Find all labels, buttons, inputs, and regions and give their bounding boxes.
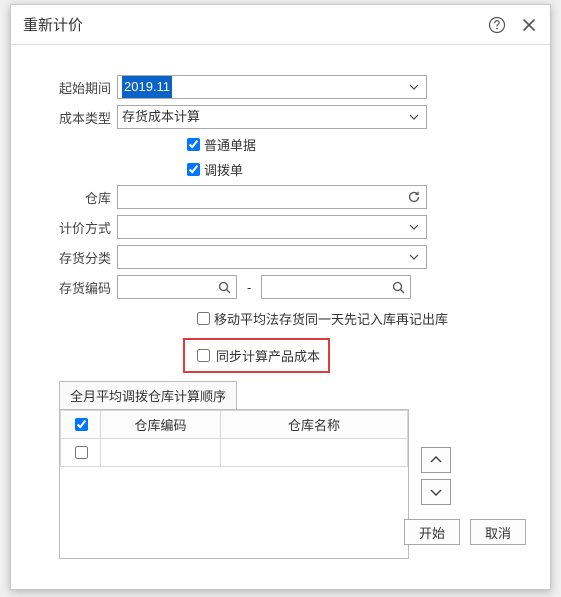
cell-name xyxy=(221,439,408,467)
ma-check-label: 移动平均法存货同一天先记入库再记出库 xyxy=(214,309,448,328)
normal-doc-label: 普通单据 xyxy=(204,135,256,154)
search-icon[interactable] xyxy=(389,275,407,299)
row-cost-type: 成本类型 存货成本计算 xyxy=(39,105,522,129)
warehouse-input[interactable] xyxy=(117,185,427,209)
sync-highlight-box: 同步计算产品成本 xyxy=(183,338,330,373)
close-icon[interactable] xyxy=(520,16,538,34)
sync-product-cost-checkbox[interactable] xyxy=(197,349,210,362)
row-stock-category: 存货分类 xyxy=(39,245,522,269)
normal-doc-checkbox[interactable] xyxy=(187,138,200,151)
tab-sequence[interactable]: 全月平均调拨仓库计算顺序 xyxy=(59,381,237,409)
period-select[interactable]: 2019.11 xyxy=(117,75,427,99)
move-down-button[interactable] xyxy=(421,479,451,505)
row-transfer-doc: 调拨单 xyxy=(183,160,522,179)
stock-category-select[interactable] xyxy=(117,245,427,269)
select-all-checkbox[interactable] xyxy=(75,418,88,431)
col-code-header: 仓库编码 xyxy=(101,411,221,439)
col-select-header xyxy=(61,411,101,439)
row-ma-check: 移动平均法存货同一天先记入库再记出库 xyxy=(193,309,522,328)
row-checkbox[interactable] xyxy=(75,446,88,459)
start-button[interactable]: 开始 xyxy=(404,519,460,545)
chevron-down-icon[interactable] xyxy=(405,75,423,99)
chevron-down-icon xyxy=(430,488,442,496)
col-name-header: 仓库名称 xyxy=(221,411,408,439)
chevron-up-icon xyxy=(430,456,442,464)
row-stock-code: 存货编码 - xyxy=(39,275,522,299)
transfer-doc-checkbox[interactable] xyxy=(187,163,200,176)
label-stock-category: 存货分类 xyxy=(39,248,117,267)
dialog-footer: 开始 取消 xyxy=(404,519,526,545)
label-warehouse: 仓库 xyxy=(39,188,117,207)
help-icon[interactable] xyxy=(488,16,506,34)
label-stock-code: 存货编码 xyxy=(39,278,117,297)
dialog-body: 起始期间 2019.11 成本类型 存货成本计算 xyxy=(11,45,550,559)
move-buttons xyxy=(421,447,451,505)
label-period: 起始期间 xyxy=(39,78,117,97)
chevron-down-icon[interactable] xyxy=(405,215,423,239)
chevron-down-icon[interactable] xyxy=(405,245,423,269)
range-hyphen: - xyxy=(243,280,255,295)
table-row[interactable] xyxy=(61,439,408,467)
pricing-method-select[interactable] xyxy=(117,215,427,239)
move-up-button[interactable] xyxy=(421,447,451,473)
dialog-header: 重新计价 xyxy=(11,5,550,45)
cost-type-select[interactable]: 存货成本计算 xyxy=(117,105,427,129)
dialog-title: 重新计价 xyxy=(23,14,488,35)
refresh-icon[interactable] xyxy=(405,185,423,209)
sync-check-label: 同步计算产品成本 xyxy=(216,346,320,365)
cancel-button[interactable]: 取消 xyxy=(470,519,526,545)
header-icons xyxy=(488,16,538,34)
label-cost-type: 成本类型 xyxy=(39,108,117,127)
row-warehouse: 仓库 xyxy=(39,185,522,209)
ma-checkbox[interactable] xyxy=(197,312,210,325)
cell-code xyxy=(101,439,221,467)
cost-type-value: 存货成本计算 xyxy=(122,106,200,128)
row-pricing-method: 计价方式 xyxy=(39,215,522,239)
tab-header: 全月平均调拨仓库计算顺序 xyxy=(59,381,504,409)
row-normal-doc: 普通单据 xyxy=(183,135,522,154)
transfer-doc-label: 调拨单 xyxy=(204,160,243,179)
period-value: 2019.11 xyxy=(122,76,172,98)
reprice-dialog: 重新计价 起始期间 2019.11 xyxy=(10,4,551,590)
warehouse-order-table: 仓库编码 仓库名称 xyxy=(59,409,409,559)
search-icon[interactable] xyxy=(215,275,233,299)
row-period: 起始期间 2019.11 xyxy=(39,75,522,99)
chevron-down-icon[interactable] xyxy=(405,105,423,129)
label-pricing-method: 计价方式 xyxy=(39,218,117,237)
